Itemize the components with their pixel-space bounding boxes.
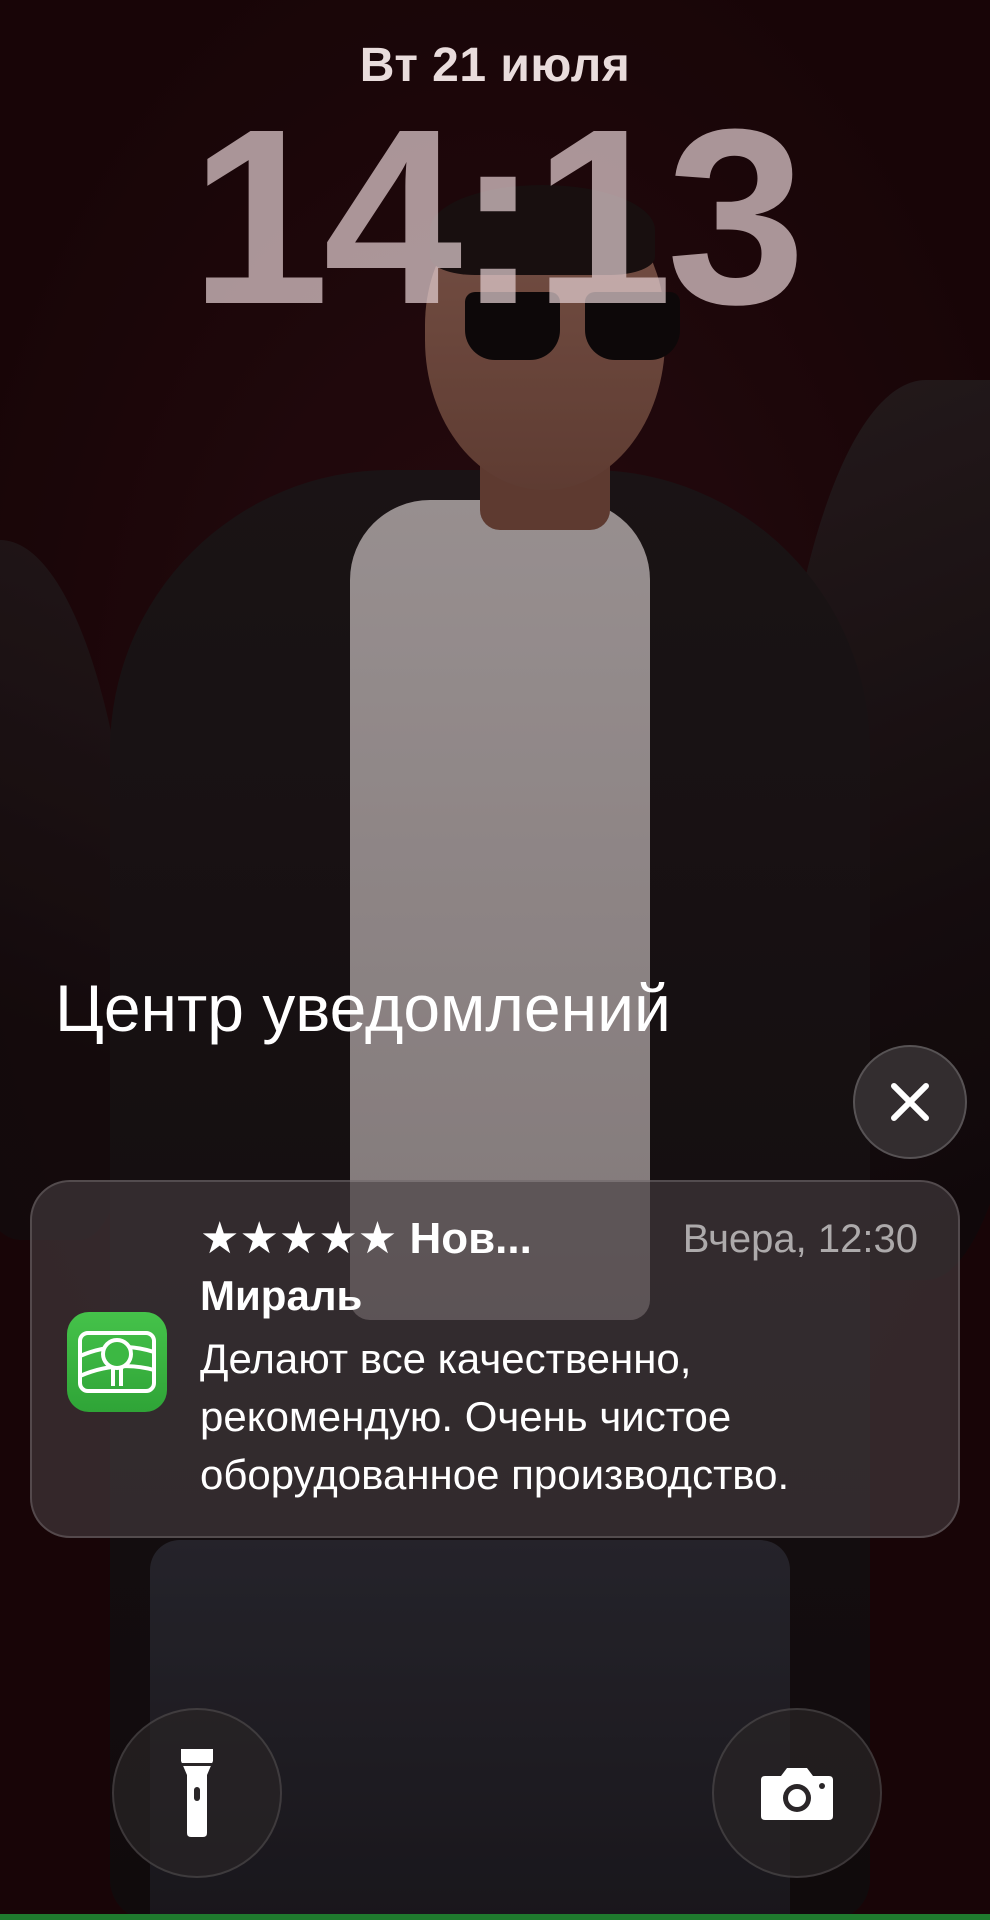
notification-body: Делают все качественно, рекомендую. Очен… bbox=[200, 1330, 918, 1504]
notification-header: ★★★★★ Нов... Вчера, 12:30 bbox=[200, 1214, 918, 1264]
notification-title: ★★★★★ Нов... bbox=[200, 1214, 532, 1264]
lockscreen-clock: 14:13 bbox=[190, 77, 805, 356]
notification-card[interactable]: ★★★★★ Нов... Вчера, 12:30 Мираль Делают … bbox=[30, 1180, 960, 1538]
rating-stars: ★★★★★ bbox=[200, 1214, 398, 1263]
flashlight-icon bbox=[181, 1749, 213, 1837]
bottom-edge-bar bbox=[0, 1914, 990, 1920]
close-icon bbox=[891, 1083, 929, 1121]
notification-body-line: рекомендую. Очень чистое bbox=[200, 1393, 732, 1440]
notification-center-title: Центр уведомлений bbox=[55, 971, 671, 1045]
notification-title-text: Нов... bbox=[409, 1214, 532, 1263]
miral-app-icon bbox=[67, 1312, 167, 1412]
clear-notifications-button[interactable] bbox=[853, 1045, 967, 1159]
camera-icon bbox=[761, 1768, 833, 1820]
flashlight-button[interactable] bbox=[112, 1708, 282, 1878]
notification-timestamp: Вчера, 12:30 bbox=[682, 1217, 918, 1261]
camera-button[interactable] bbox=[712, 1708, 882, 1878]
notification-sender: Мираль bbox=[200, 1272, 363, 1319]
notification-body-line: оборудованное производство. bbox=[200, 1451, 790, 1498]
notification-body-line: Делают все качественно, bbox=[200, 1335, 692, 1382]
